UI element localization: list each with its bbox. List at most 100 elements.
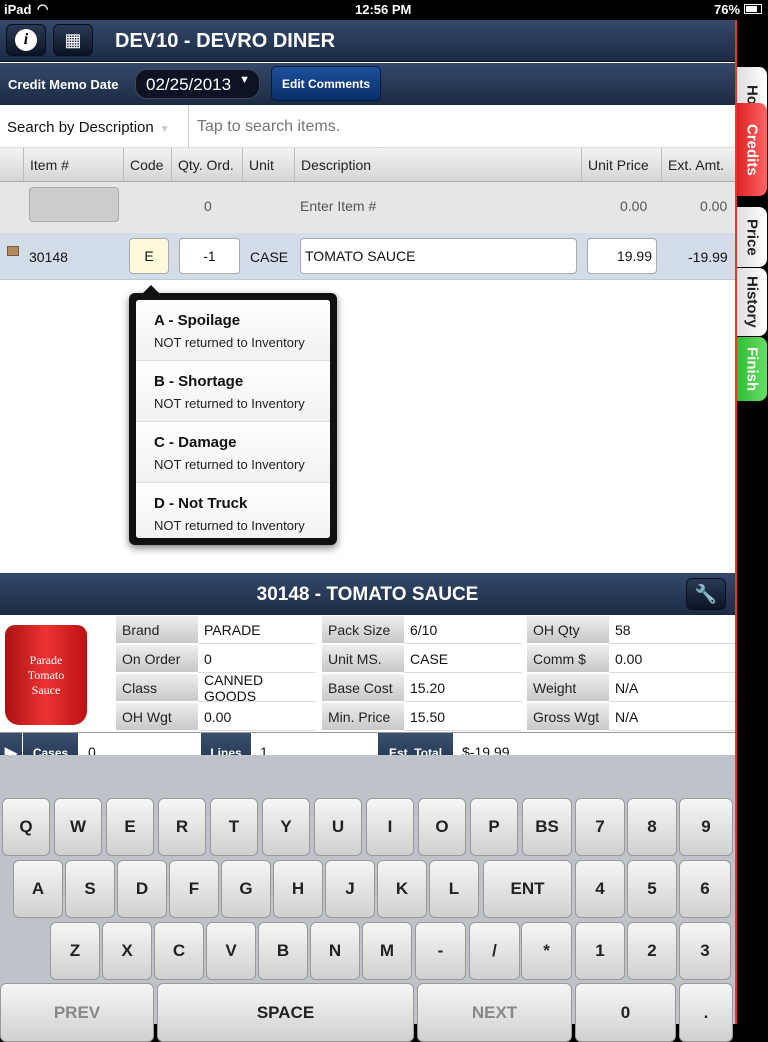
battery-icon <box>744 4 762 14</box>
key-2[interactable]: 2 <box>627 922 677 980</box>
field-label: Min. Price <box>322 703 404 731</box>
row-description-field[interactable]: TOMATO SAUCE <box>300 238 577 274</box>
column-header-unit[interactable]: Unit <box>243 148 295 182</box>
key-i[interactable]: I <box>366 798 414 856</box>
row-unit-price-field[interactable]: 19.99 <box>587 238 657 274</box>
key-4[interactable]: 4 <box>575 860 625 918</box>
toolbar: Credit Memo Date 02/25/2013 ▼ Edit Commen… <box>0 63 735 105</box>
detail-title: 30148 - TOMATO SAUCE <box>256 584 479 605</box>
key-v[interactable]: V <box>206 922 256 980</box>
key-prev[interactable]: PREV <box>0 983 154 1042</box>
key-1[interactable]: 1 <box>575 922 625 980</box>
search-input[interactable] <box>192 112 722 142</box>
tab-history[interactable]: History <box>737 268 767 336</box>
item-number-input[interactable] <box>29 187 119 222</box>
column-header-blank <box>0 148 24 182</box>
key-x[interactable]: X <box>102 922 152 980</box>
key-q[interactable]: Q <box>2 798 50 856</box>
entry-qty: 0 <box>204 198 212 214</box>
key-t[interactable]: T <box>210 798 258 856</box>
field-label: Brand <box>116 616 198 644</box>
key-9[interactable]: 9 <box>679 798 733 856</box>
title-bar: i ▦ DEV10 - DEVRO DINER <box>0 20 735 62</box>
key-3[interactable]: 3 <box>679 922 731 980</box>
reason-subtitle: NOT returned to Inventory <box>154 335 305 350</box>
key-.[interactable]: . <box>679 983 733 1042</box>
battery-level: 76% <box>714 2 741 17</box>
key-next[interactable]: NEXT <box>417 983 572 1042</box>
reason-option[interactable]: D - Not Truck NOT returned to Inventory <box>136 483 330 538</box>
key-ent[interactable]: ENT <box>483 860 572 918</box>
search-mode-dropdown[interactable]: Search by Description ▼ <box>0 106 189 148</box>
key-*[interactable]: * <box>521 922 572 980</box>
date-picker[interactable]: 02/25/2013 ▼ <box>135 69 260 99</box>
field-label: On Order <box>116 645 198 673</box>
info-button[interactable]: i <box>6 24 46 56</box>
reason-subtitle: NOT returned to Inventory <box>154 396 305 411</box>
key-0[interactable]: 0 <box>575 983 676 1042</box>
tab-price[interactable]: Price <box>737 207 767 267</box>
entry-ext-amt: 0.00 <box>700 198 728 214</box>
field-label: Weight <box>527 674 609 702</box>
key-5[interactable]: 5 <box>627 860 677 918</box>
key-a[interactable]: A <box>13 860 63 918</box>
field-value: CASE <box>404 645 522 673</box>
key-k[interactable]: K <box>377 860 427 918</box>
column-header-qty[interactable]: Qty. Ord. <box>172 148 243 182</box>
field-value: 58 <box>609 616 735 644</box>
key-f[interactable]: F <box>169 860 219 918</box>
key-o[interactable]: O <box>418 798 466 856</box>
reason-option[interactable]: B - Shortage NOT returned to Inventory <box>136 361 330 422</box>
key-s[interactable]: S <box>65 860 115 918</box>
key-z[interactable]: Z <box>50 922 100 980</box>
field-label: OH Wgt <box>116 703 198 731</box>
row-qty-field[interactable]: -1 <box>179 238 240 274</box>
wrench-icon: 🔧 <box>694 583 718 604</box>
column-header-item[interactable]: Item # <box>24 148 124 182</box>
key-u[interactable]: U <box>314 798 362 856</box>
reason-option[interactable]: A - Spoilage NOT returned to Inventory <box>136 300 330 361</box>
field-label: Pack Size <box>322 616 404 644</box>
chevron-down-icon: ▼ <box>159 124 170 135</box>
key-w[interactable]: W <box>54 798 102 856</box>
key-r[interactable]: R <box>158 798 206 856</box>
key-y[interactable]: Y <box>262 798 310 856</box>
key--[interactable]: - <box>415 922 466 980</box>
key-g[interactable]: G <box>221 860 271 918</box>
tab-finish[interactable]: Finish <box>737 337 767 401</box>
key-d[interactable]: D <box>117 860 167 918</box>
chevron-down-icon: ▼ <box>239 74 250 86</box>
field-value: 15.50 <box>404 703 522 731</box>
tab-credits[interactable]: Credits <box>737 103 767 196</box>
column-header-ext-amt[interactable]: Ext. Amt. <box>662 148 735 182</box>
row-unit: CASE <box>250 249 289 265</box>
reason-option[interactable]: C - Damage NOT returned to Inventory <box>136 422 330 483</box>
column-header-unit-price[interactable]: Unit Price <box>582 148 662 182</box>
key-m[interactable]: M <box>362 922 412 980</box>
key-c[interactable]: C <box>154 922 204 980</box>
column-header-description[interactable]: Description <box>295 148 582 182</box>
key-e[interactable]: E <box>106 798 154 856</box>
key-8[interactable]: 8 <box>627 798 677 856</box>
key-bs[interactable]: BS <box>522 798 572 856</box>
column-header-code[interactable]: Code <box>124 148 172 182</box>
reason-title: D - Not Truck <box>154 495 248 512</box>
field-label: Class <box>116 674 198 702</box>
field-value: 0.00 <box>609 645 735 673</box>
field-value: CANNED GOODS <box>198 672 316 704</box>
key-j[interactable]: J <box>325 860 375 918</box>
key-space[interactable]: SPACE <box>157 983 414 1042</box>
key-p[interactable]: P <box>470 798 518 856</box>
key-/[interactable]: / <box>469 922 520 980</box>
key-6[interactable]: 6 <box>679 860 731 918</box>
key-h[interactable]: H <box>273 860 323 918</box>
calculator-button[interactable]: ▦ <box>53 24 93 56</box>
key-n[interactable]: N <box>310 922 360 980</box>
key-b[interactable]: B <box>258 922 308 980</box>
table-row[interactable]: 30148 E -1 CASE TOMATO SAUCE 19.99 -19.9… <box>0 233 735 280</box>
settings-button[interactable]: 🔧 <box>686 578 726 610</box>
key-l[interactable]: L <box>429 860 479 918</box>
row-code-field[interactable]: E <box>129 238 169 274</box>
edit-comments-button[interactable]: Edit Comments <box>271 66 381 101</box>
key-7[interactable]: 7 <box>575 798 625 856</box>
